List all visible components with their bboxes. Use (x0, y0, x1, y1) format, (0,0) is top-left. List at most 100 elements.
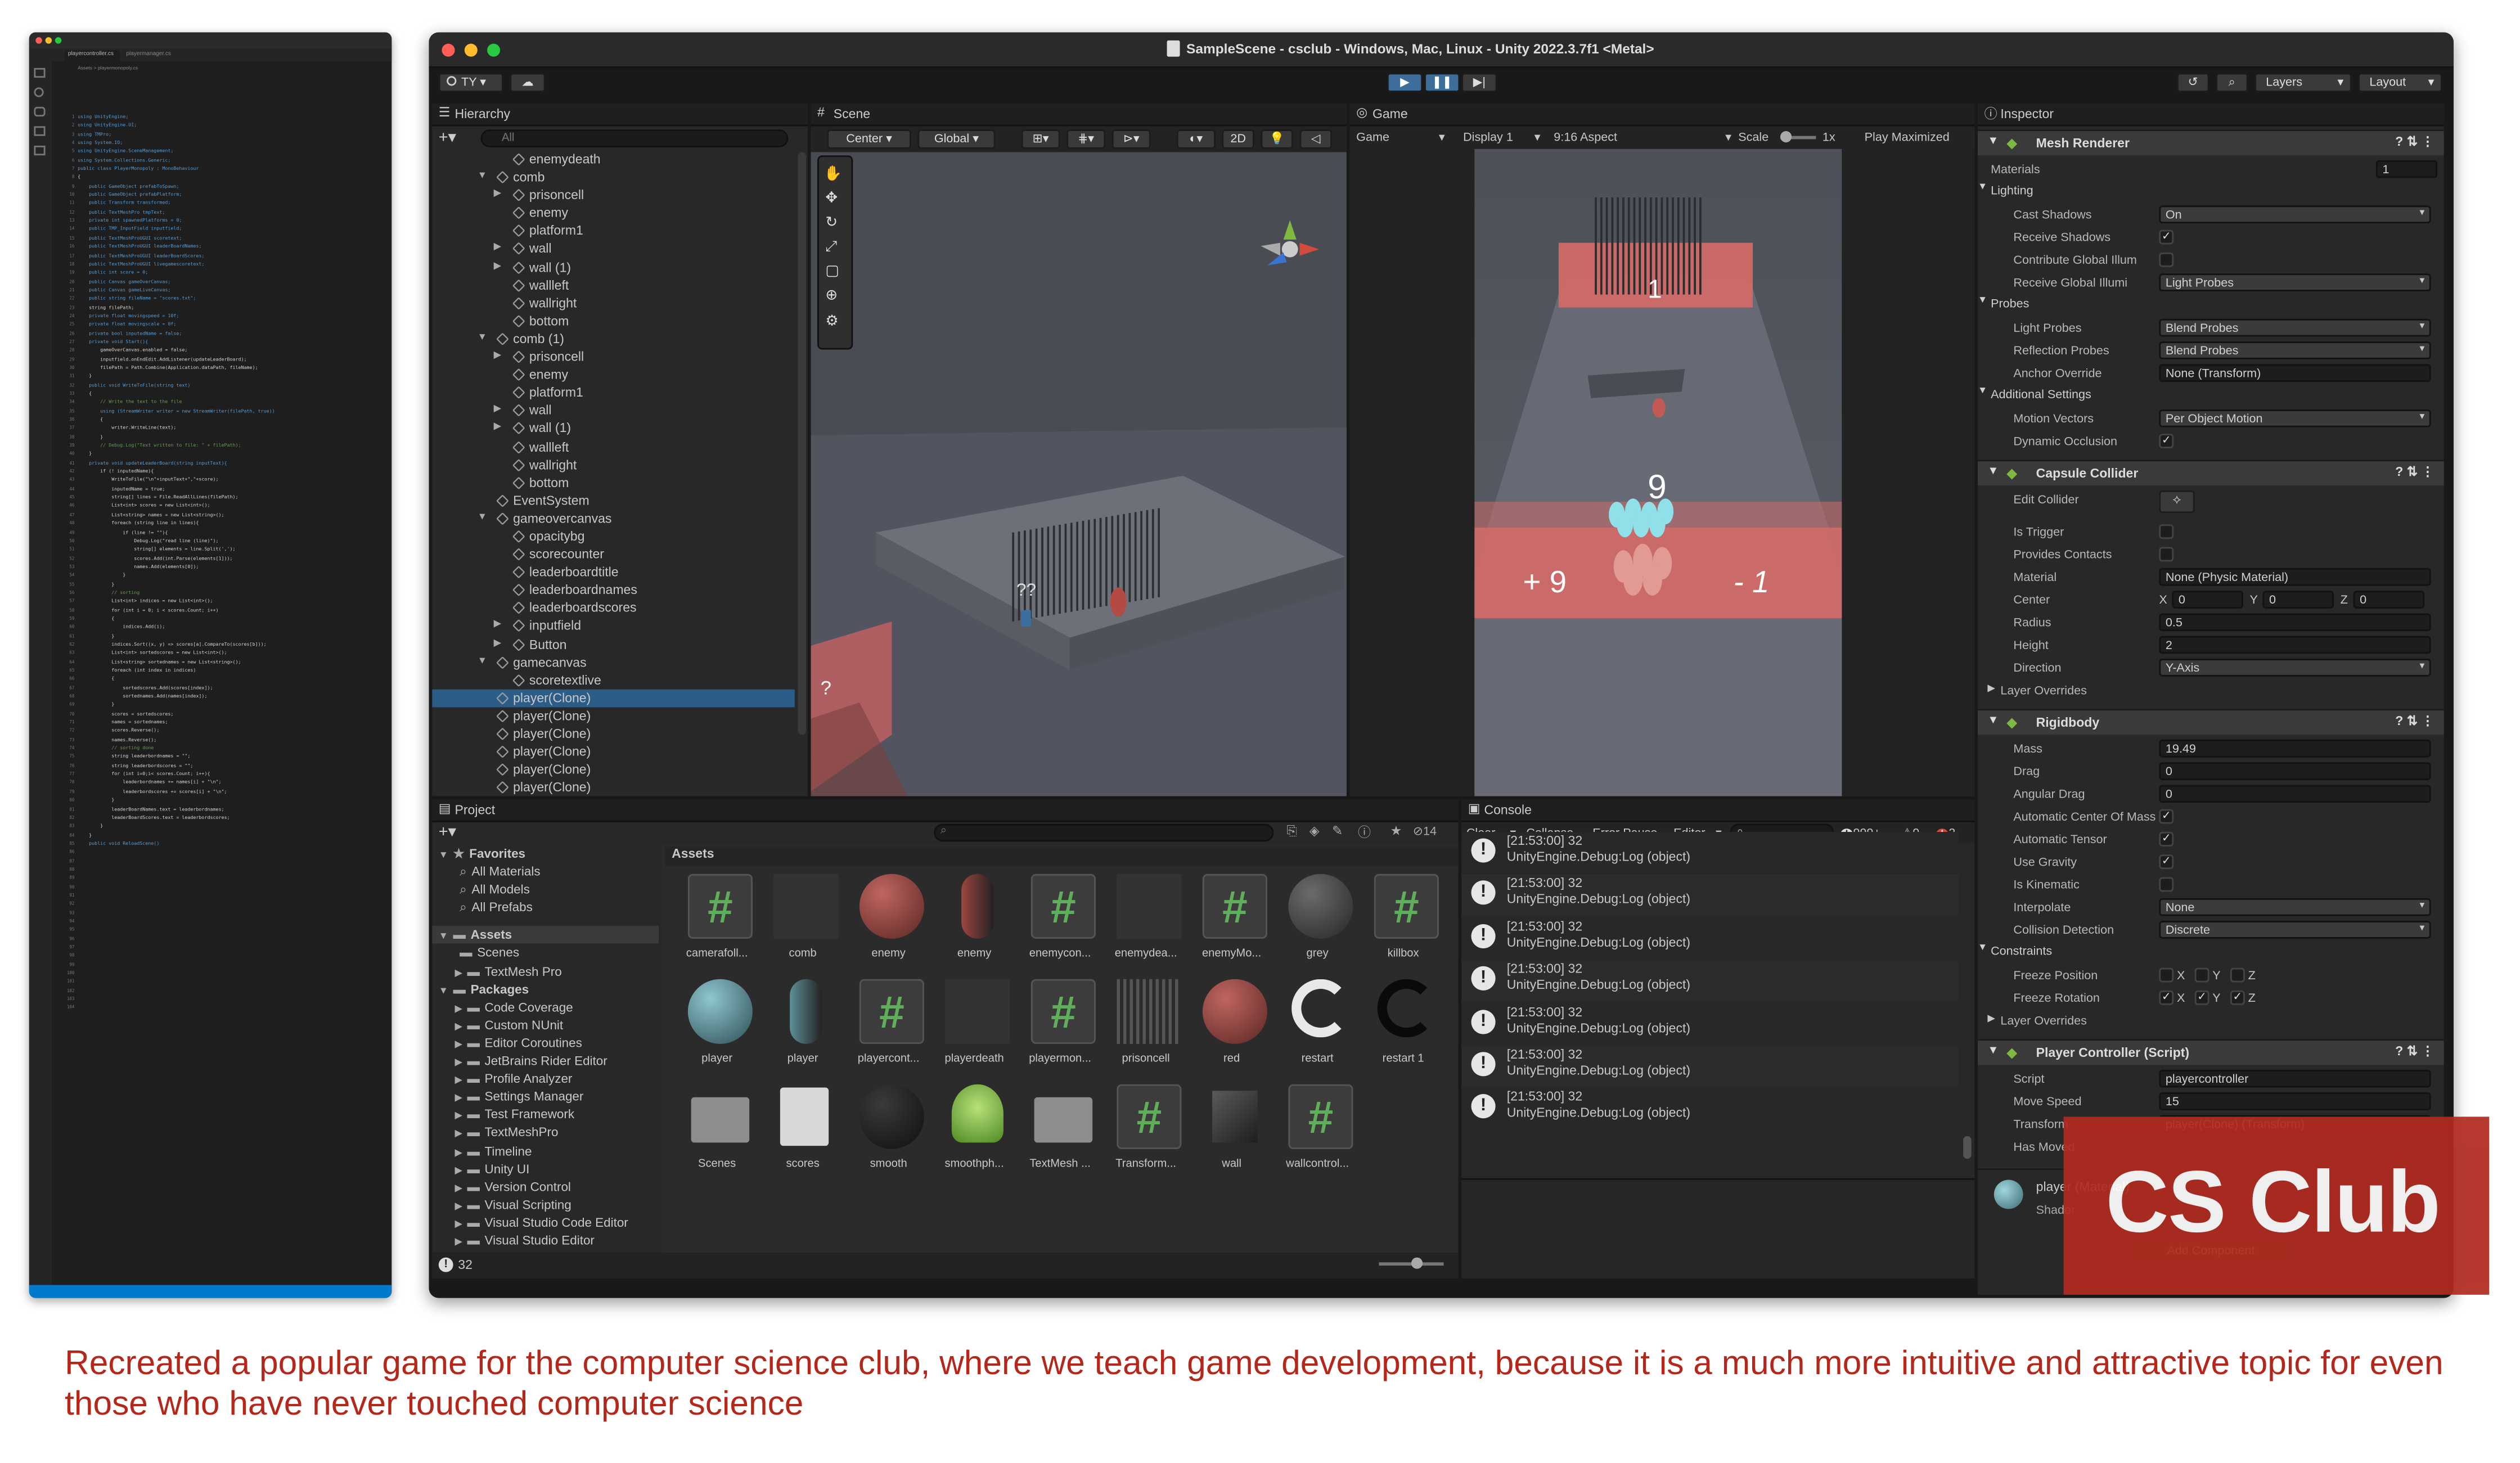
create-asset-button[interactable]: +▾ (439, 824, 456, 842)
code-line[interactable]: public TextMeshProUGUI leaderBoardNames; (78, 243, 385, 251)
drag-field[interactable]: 0 (2159, 762, 2431, 780)
source-control-icon[interactable] (34, 106, 46, 117)
center-y-field[interactable]: 0 (2262, 591, 2334, 609)
layout-dropdown[interactable]: Layout ▾ (2358, 73, 2442, 93)
lighting-foldout[interactable]: ▼ Lighting (1978, 181, 2444, 201)
package-folder[interactable]: ▶ ▬ Visual Studio Code Editor (432, 1214, 659, 1232)
packages-folder[interactable]: ▼ ▬ Packages (432, 980, 659, 998)
favorite-icon[interactable]: ★ (1390, 824, 1402, 839)
height-field[interactable]: 2 (2159, 636, 2431, 654)
hierarchy-item[interactable]: EventSystem (432, 492, 795, 510)
use-gravity-checkbox[interactable]: ✓ (2159, 854, 2174, 870)
toggle-2d-button[interactable]: 2D (1222, 129, 1254, 149)
scale-tool-icon[interactable]: ⤢ (825, 238, 837, 256)
code-line[interactable]: public Canvas gameLiveCanvas; (78, 286, 385, 295)
expand-arrow-icon[interactable]: ▼ (478, 169, 487, 187)
code-line[interactable]: public TextMeshPro tmpText; (78, 209, 385, 217)
console-tab[interactable]: Console ▣ (1461, 799, 1975, 822)
package-folder[interactable]: ▶ ▬ Visual Scripting (432, 1196, 659, 1214)
code-line[interactable]: } (78, 451, 385, 459)
code-line[interactable]: { (78, 676, 385, 684)
materials-count-field[interactable]: 1 (2375, 160, 2438, 178)
code-line[interactable]: for (int i=0;i< scores.Count; i++){ (78, 771, 385, 779)
search-icon[interactable] (34, 87, 44, 97)
asset-item[interactable]: # enemyMo... (1190, 874, 1274, 978)
collapse-arrow-icon[interactable]: ▶ (455, 969, 462, 978)
code-line[interactable]: public Canvas gameOverCanvas; (78, 278, 385, 286)
zoom-window-button[interactable] (487, 43, 501, 57)
layer-overrides-foldout[interactable]: Layer Overrides ▶ (1978, 679, 2444, 702)
automatic-center-of-mass-checkbox[interactable]: ✓ (2159, 809, 2174, 824)
code-line[interactable]: filePath = Path.Combine(Application.data… (78, 364, 385, 372)
anchor-override-field[interactable]: None (Transform) (2159, 364, 2431, 382)
collapse-arrow-icon[interactable]: ▶ (455, 1077, 462, 1086)
collider-material-field[interactable]: None (Physic Material) (2159, 568, 2431, 586)
info-icon[interactable]: ⓘ (1358, 824, 1371, 842)
code-line[interactable]: { (78, 174, 385, 182)
asset-item[interactable]: playerdeath (932, 979, 1016, 1083)
asset-item[interactable]: restart (1275, 979, 1360, 1083)
component-menu-icon[interactable]: ? ⇅ ⋮ (2395, 714, 2434, 728)
code-line[interactable]: public TextMeshProUGUI scoretext; (78, 235, 385, 243)
component-menu-icon[interactable]: ? ⇅ ⋮ (2395, 465, 2434, 479)
icon-size-slider[interactable] (1379, 1257, 1444, 1269)
asset-item[interactable]: TextMesh ... (1018, 1084, 1102, 1188)
scene-tab[interactable]: Scene # (811, 103, 1347, 127)
asset-item[interactable]: enemydea... (1104, 874, 1188, 978)
grid-snap-button[interactable]: ⊞▾ (1021, 129, 1060, 149)
asset-item[interactable]: red (1190, 979, 1274, 1083)
code-line[interactable]: writer.WriteLine(text); (78, 425, 385, 433)
hand-tool-icon[interactable]: ✋ (824, 165, 842, 183)
package-folder[interactable]: ▶ ▬ Test Framework (432, 1106, 659, 1124)
extensions-icon[interactable] (34, 145, 46, 156)
package-folder[interactable]: ▶ ▬ JetBrains Rider Editor (432, 1052, 659, 1070)
collapse-arrow-icon[interactable]: ▶ (455, 1023, 462, 1032)
close-window-button[interactable] (35, 37, 42, 44)
automatic-tensor-checkbox[interactable]: ✓ (2159, 831, 2174, 847)
favorites-group[interactable]: ▼ ★ Favorites (432, 845, 659, 863)
script-field[interactable]: playercontroller (2159, 1069, 2431, 1088)
package-folder[interactable]: ▶ ▬ Settings Manager (432, 1088, 659, 1106)
code-line[interactable]: using (StreamWriter writer = new StreamW… (78, 407, 385, 416)
hierarchy-item[interactable]: ▼ comb (1) (432, 330, 795, 348)
hierarchy-item[interactable]: player(Clone) (432, 689, 795, 708)
expand-arrow-icon[interactable]: ▼ (478, 330, 487, 348)
asset-item[interactable]: restart 1 (1361, 979, 1446, 1083)
run-debug-icon[interactable] (34, 126, 46, 136)
console-scrollbar[interactable] (1963, 1136, 1972, 1159)
code-line[interactable]: public TextMeshProUGUI livegamescoretext… (78, 260, 385, 269)
code-line[interactable]: // Debug.Log("Text written to file: " + … (78, 442, 385, 451)
code-text[interactable]: using UnityEngine; using UnityEngine.UI; u… (78, 113, 385, 848)
increment-snap-button[interactable]: ⊳▾ (1112, 129, 1151, 149)
zoom-window-button[interactable] (55, 37, 62, 44)
code-line[interactable]: private float movingscale = 0f; (78, 321, 385, 329)
component-menu-icon[interactable]: ? ⇅ ⋮ (2395, 1044, 2434, 1059)
code-line[interactable]: } (78, 632, 385, 641)
collapse-arrow-icon[interactable]: ▶ (455, 1095, 462, 1104)
chevron-down-icon[interactable]: ▼ (1987, 466, 1999, 478)
asset-item[interactable]: # camerafoll... (675, 874, 759, 978)
chevron-down-icon[interactable]: ▼ (1987, 136, 1999, 147)
freeze-rotation-z-checkbox[interactable]: ✓ (2230, 990, 2245, 1005)
code-line[interactable]: // Write the text to the file (78, 399, 385, 407)
hierarchy-item[interactable]: wallleft (432, 276, 795, 294)
expand-arrow-icon[interactable]: ▼ (439, 933, 448, 942)
mesh-renderer-section[interactable]: ▼ ◆ Mesh Renderer ? ⇅ ⋮ (1978, 129, 2444, 156)
code-line[interactable]: { (78, 390, 385, 398)
code-line[interactable]: if (! inputedName){ (78, 468, 385, 476)
favorite-item[interactable]: ⌕ All Materials (432, 863, 659, 881)
code-line[interactable]: scores = sortedscores; (78, 710, 385, 718)
hierarchy-item[interactable]: ▶ prisoncell (432, 186, 795, 204)
tree-arrow-icon[interactable]: ▶ (494, 618, 501, 636)
hierarchy-item[interactable]: ▶ wall (1) (432, 258, 795, 276)
hierarchy-item[interactable]: opacitybg (432, 528, 795, 546)
chevron-down-icon[interactable]: ▼ (1987, 715, 1999, 727)
code-line[interactable]: public GameObject prefabPlatform; (78, 191, 385, 200)
asset-item[interactable]: scores (760, 1084, 845, 1188)
freeze-position-z-checkbox[interactable] (2230, 967, 2245, 983)
console-entry[interactable]: ! [21:53:00] 32 UnityEngine.Debug:Log (obj… (1461, 960, 1959, 1002)
code-line[interactable]: List<int> indices = new List<int>(); (78, 597, 385, 606)
code-line[interactable]: public GameObject prefabToSpawn; (78, 182, 385, 191)
expand-arrow-icon[interactable]: ▼ (439, 851, 448, 861)
package-folder[interactable]: ▶ ▬ Editor Coroutines (432, 1034, 659, 1052)
